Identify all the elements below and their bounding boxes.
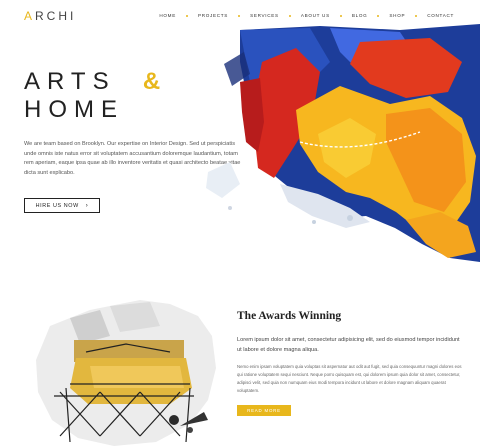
nav-item-home[interactable]: HOME [159,13,176,18]
hero-title-line1: ARTS & [24,68,167,96]
logo-text: RCHI [35,9,77,23]
nav-item-about-us[interactable]: ABOUT US [301,13,330,18]
logo-accent-letter: A [24,9,36,23]
nav-item-services[interactable]: SERVICES [250,13,279,18]
chevron-right-icon: › [85,202,89,209]
nav-separator-dot [185,14,188,17]
nav-separator-dot [339,14,342,17]
nav-separator-dot [415,14,418,17]
hire-us-button[interactable]: HIRE US NOW › [24,198,100,213]
read-more-button[interactable]: READ MORE [237,405,291,416]
awards-lead-text: Lorem ipsum dolor sit amet, consectetur … [237,337,460,353]
hero-title-ampersand: & [142,68,168,95]
nav-separator-dot [377,14,380,17]
nav-separator-dot [288,14,291,17]
nav-separator-dot [238,14,241,17]
nav-item-blog[interactable]: BLOG [352,13,368,18]
nav-item-shop[interactable]: SHOP [389,13,405,18]
interior-chair-photo [36,300,216,446]
hero-title-word1: ARTS [24,68,116,95]
hire-us-button-label: HIRE US NOW [35,202,79,209]
awards-title: The Awards Winning [237,310,342,322]
main-nav: HOME PROJECTS SERVICES ABOUT US BLOG SHO… [159,13,454,18]
awards-body-text: Nemo enim ipsam voluptatem quia voluptas… [237,364,462,393]
abstract-paint-artwork [206,24,480,262]
logo[interactable]: ARCHI [24,9,76,23]
nav-item-contact[interactable]: CONTACT [427,13,454,18]
nav-item-projects[interactable]: PROJECTS [198,13,228,18]
hero-title-line2: HOME [24,96,124,123]
